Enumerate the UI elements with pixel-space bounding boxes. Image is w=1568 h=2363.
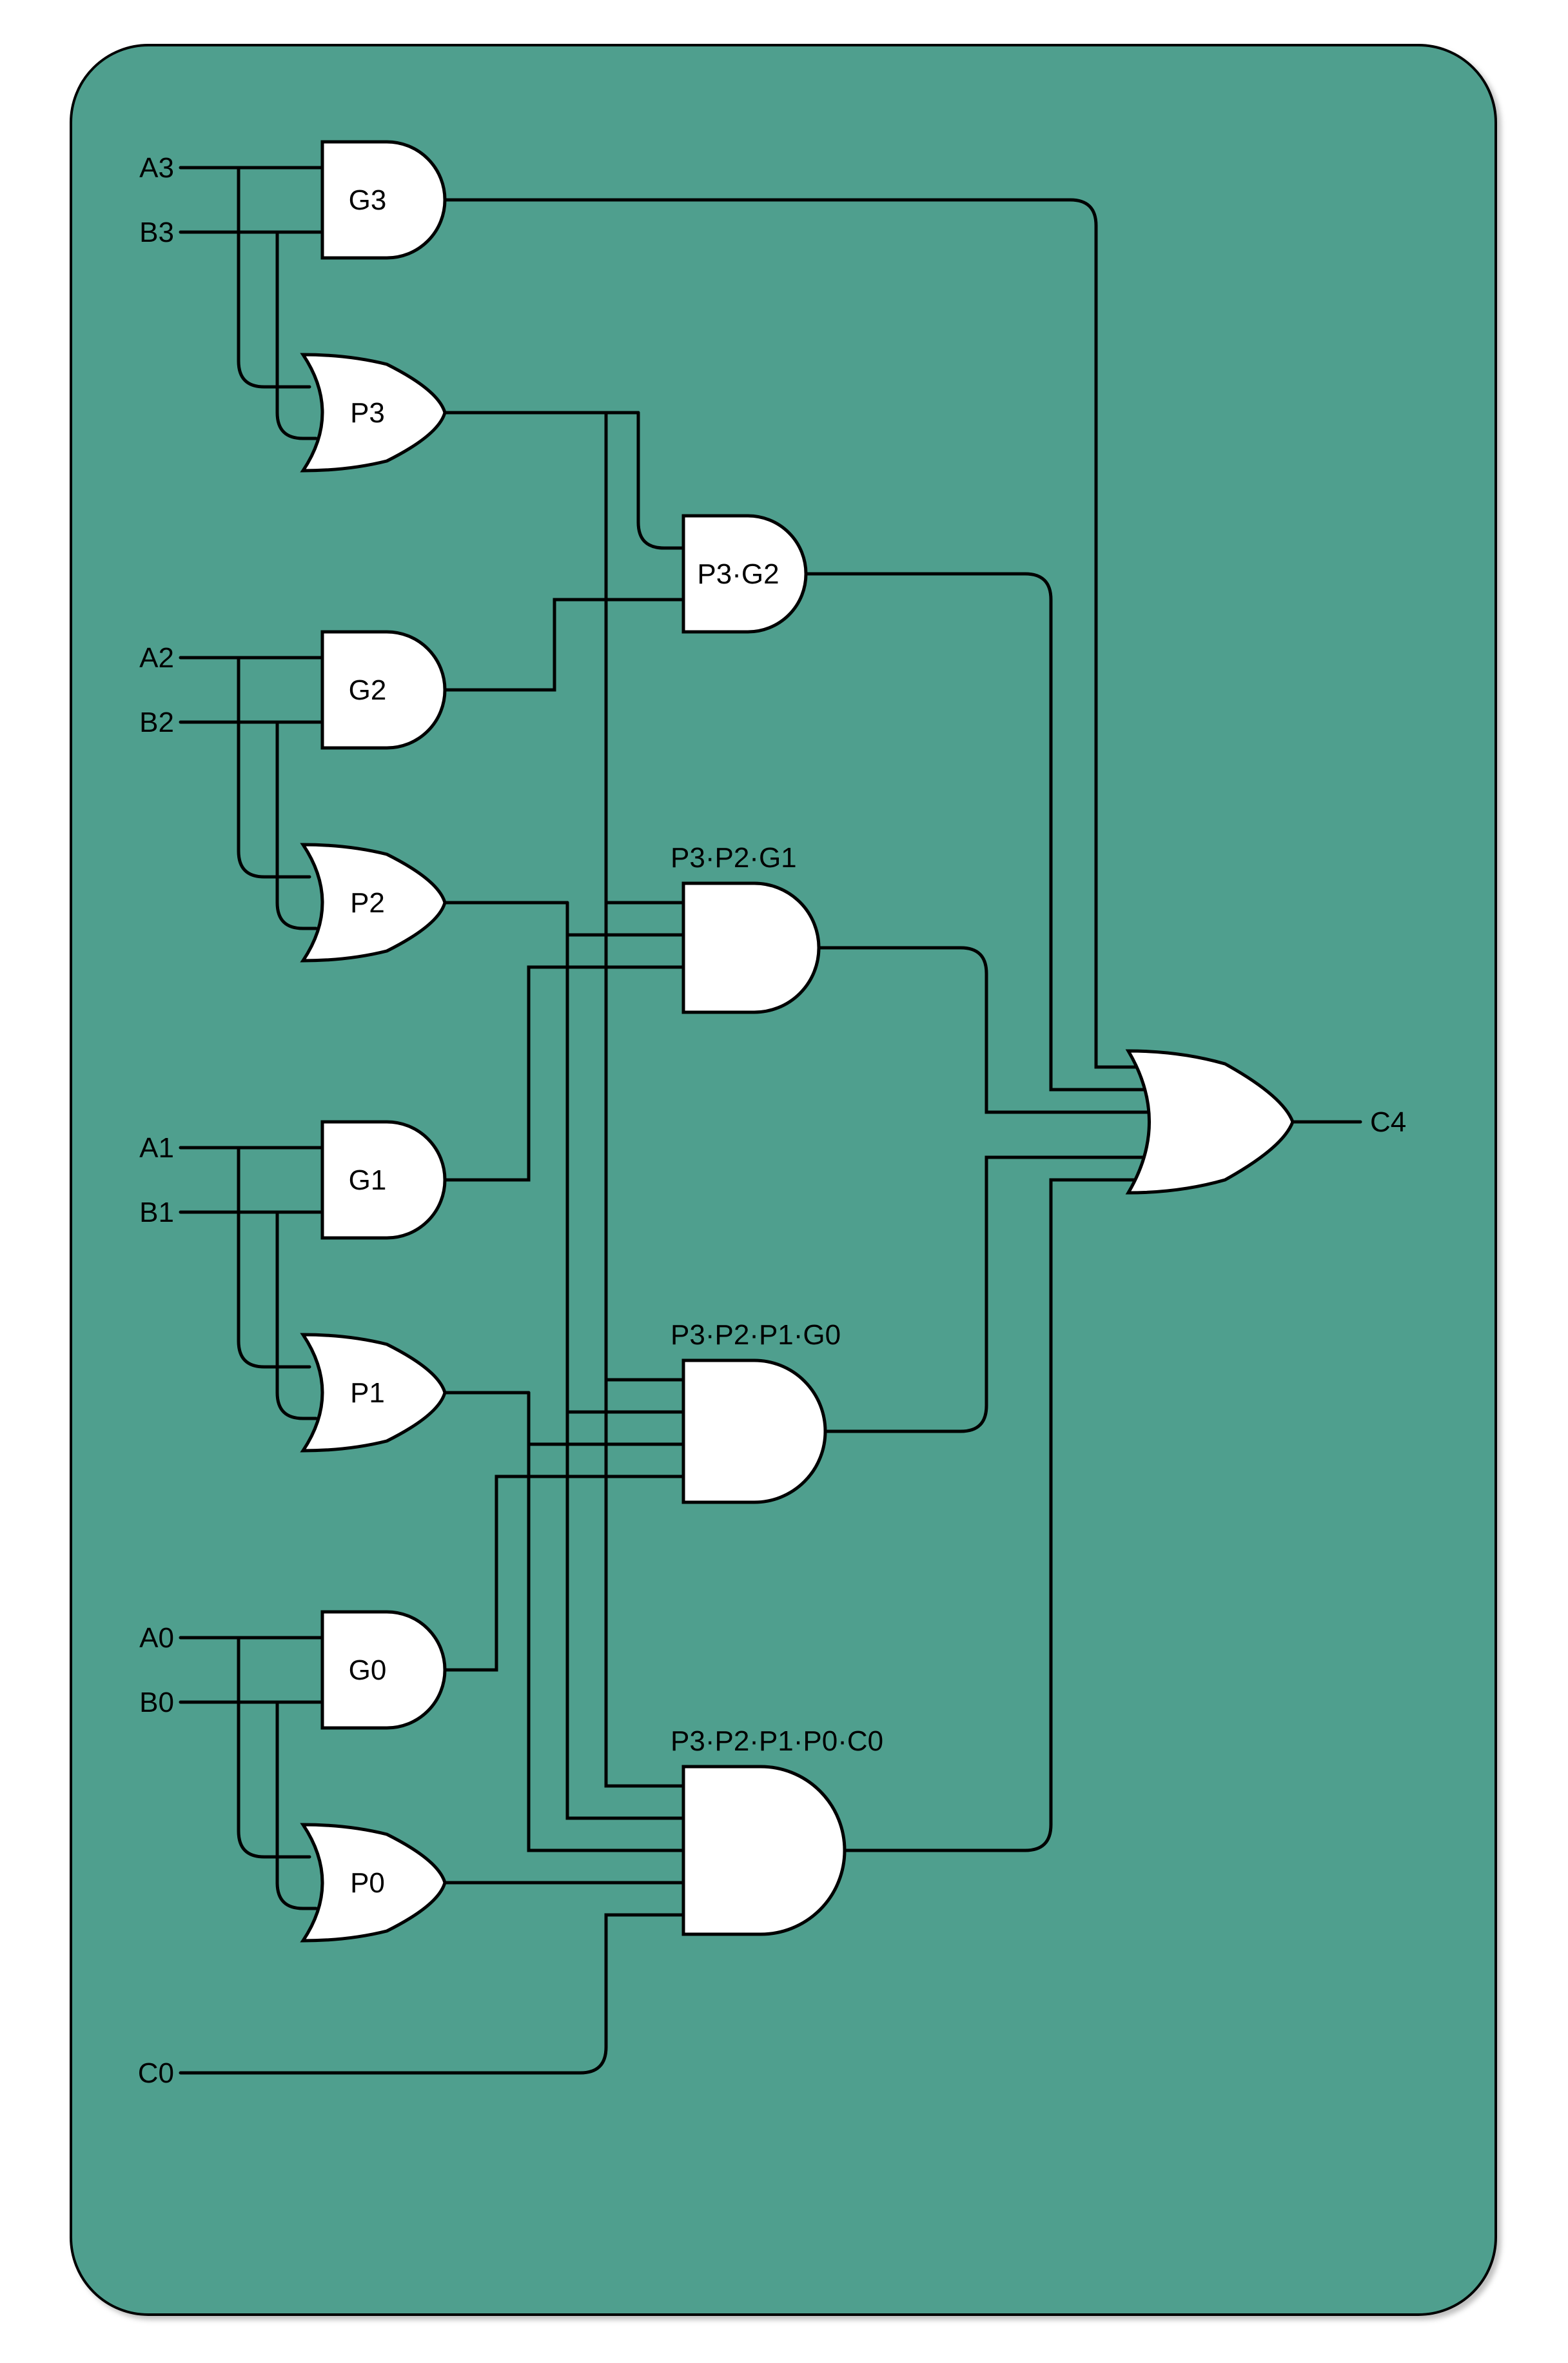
label-a0: A0 bbox=[139, 1622, 174, 1654]
label-b0: B0 bbox=[139, 1687, 174, 1718]
label-b3: B3 bbox=[139, 217, 174, 248]
svg-text:P3: P3 bbox=[350, 397, 385, 429]
label-b2: B2 bbox=[139, 707, 174, 738]
gate-p3p2g1: P3·P2·G1 bbox=[671, 842, 819, 1012]
carry-lookahead-diagram: A3 B3 G3 P3 A2 B2 G2 P2 A1 B1 bbox=[0, 0, 1568, 2363]
svg-text:G1: G1 bbox=[349, 1164, 387, 1196]
svg-text:P3·P2·G1: P3·P2·G1 bbox=[671, 842, 797, 874]
label-c0: C0 bbox=[138, 2057, 174, 2089]
svg-text:P3·P2·P1·G0: P3·P2·P1·G0 bbox=[671, 1319, 841, 1351]
svg-text:P1: P1 bbox=[350, 1377, 385, 1409]
gate-g1: G1 bbox=[322, 1122, 445, 1238]
gate-g3: G3 bbox=[322, 142, 445, 258]
gate-g0: G0 bbox=[322, 1612, 445, 1728]
svg-text:P3·G2: P3·G2 bbox=[697, 558, 779, 590]
label-a1: A1 bbox=[139, 1132, 174, 1164]
svg-text:G0: G0 bbox=[349, 1654, 387, 1686]
svg-text:P2: P2 bbox=[350, 887, 385, 919]
svg-text:P3·P2·P1·P0·C0: P3·P2·P1·P0·C0 bbox=[671, 1725, 883, 1757]
label-c4: C4 bbox=[1370, 1106, 1406, 1138]
label-a2: A2 bbox=[139, 642, 174, 674]
gate-g2: G2 bbox=[322, 632, 445, 748]
label-a3: A3 bbox=[139, 152, 174, 184]
svg-text:P0: P0 bbox=[350, 1867, 385, 1899]
label-b1: B1 bbox=[139, 1197, 174, 1228]
gate-p3g2: P3·G2 bbox=[683, 516, 806, 632]
svg-text:G3: G3 bbox=[349, 184, 387, 216]
svg-text:G2: G2 bbox=[349, 674, 387, 706]
